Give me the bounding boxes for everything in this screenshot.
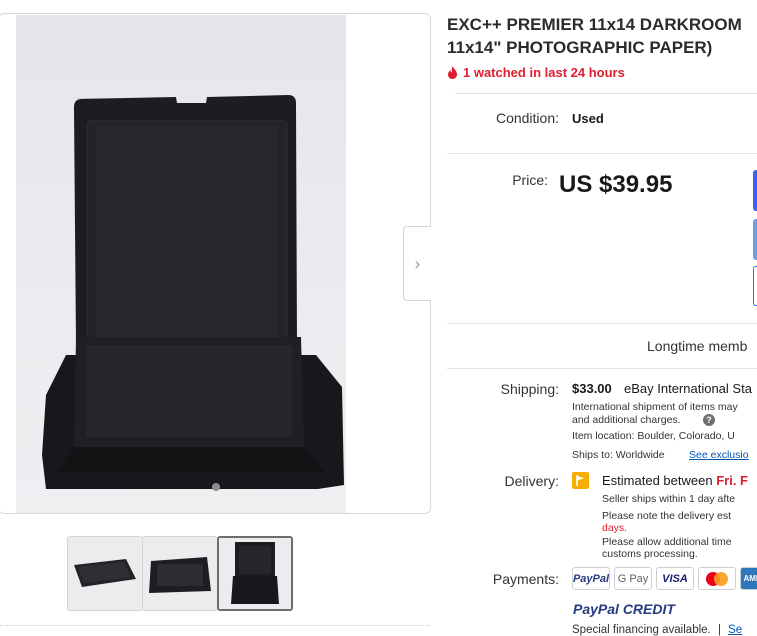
listing-title: EXC++ PREMIER 11x14 DARKROOM 11x14" PHOT… — [447, 13, 757, 59]
price-label: Price: — [512, 172, 548, 188]
watch-count-text: 1 watched in last 24 hours — [463, 65, 625, 80]
help-icon[interactable]: ? — [703, 414, 715, 426]
title-line-2: 11x14" PHOTOGRAPHIC PAPER) — [447, 38, 713, 57]
delivery-estimate: Estimated between Fri. F — [602, 473, 748, 488]
google-pay-logo: G Pay — [614, 567, 652, 590]
delivery-note-line1: Please note the delivery est — [602, 510, 731, 522]
shipping-note-line2: and additional charges. — [572, 414, 681, 426]
condition-label: Condition: — [495, 110, 559, 126]
shipping-service: eBay International Sta — [624, 381, 752, 396]
shipping-note-line1: International shipment of items may — [572, 401, 738, 413]
thumbnail-1[interactable] — [67, 536, 143, 611]
darkroom-tray-photo — [42, 95, 344, 491]
shipping-cost: $33.00 — [572, 381, 612, 396]
divider — [447, 153, 757, 154]
condition-value: Used — [572, 111, 604, 126]
title-line-1: EXC++ PREMIER 11x14 DARKROOM — [447, 15, 742, 34]
main-product-image[interactable] — [16, 15, 346, 513]
gallery-divider — [0, 625, 430, 626]
ships-to: Ships to: Worldwide — [572, 449, 665, 461]
thumbnail-2-image — [143, 537, 217, 610]
visa-logo: VISA — [656, 567, 694, 590]
thumbnail-2[interactable] — [142, 536, 218, 611]
delivery-label: Delivery: — [504, 473, 559, 489]
divider — [455, 93, 757, 94]
chevron-right-icon: › — [414, 253, 421, 273]
add-to-cart-button[interactable] — [753, 219, 757, 260]
price-value: US $39.95 — [559, 171, 673, 198]
mastercard-logo — [698, 567, 736, 590]
financing-label: Special financing available. — [572, 624, 711, 636]
customs-note-line1: Please allow additional time — [602, 536, 732, 548]
paypal-credit-logo: PayPal CREDIT — [573, 601, 675, 617]
seller-member-info: Longtime memb — [647, 338, 748, 354]
delivery-note-line2: days. — [602, 522, 628, 534]
seller-ships-within: Seller ships within 1 day afte — [602, 493, 736, 505]
financing-text: Special financing available. | Se — [572, 624, 742, 636]
customs-note-line2: customs processing. — [602, 548, 698, 560]
payments-label: Payments: — [492, 571, 559, 587]
divider — [447, 368, 757, 369]
mastercard-icon — [706, 571, 728, 586]
item-location: Item location: Boulder, Colorado, U — [572, 430, 735, 442]
shipping-label: Shipping: — [500, 381, 559, 397]
financing-separator: | — [717, 624, 721, 636]
thumbnail-1-image — [68, 537, 142, 610]
watch-count-notice: 1 watched in last 24 hours — [447, 65, 625, 80]
thumbnail-3-selected[interactable] — [217, 536, 293, 611]
flag-glyph — [576, 475, 584, 486]
thumbnail-3-image — [219, 538, 291, 609]
delivery-estimate-prefix: Estimated between — [602, 473, 713, 488]
amex-logo: AMEX — [740, 567, 757, 590]
see-exclusions-link[interactable]: See exclusio — [689, 449, 749, 461]
add-to-watchlist-button[interactable] — [753, 266, 757, 306]
divider — [447, 323, 757, 324]
next-image-button[interactable]: › — [403, 226, 431, 301]
fire-icon — [448, 66, 457, 79]
delivery-estimate-date: Fri. F — [716, 473, 748, 488]
financing-see-terms-link[interactable]: Se — [728, 624, 742, 636]
buy-it-now-button[interactable] — [753, 170, 757, 211]
flag-icon — [572, 472, 589, 489]
paypal-logo: PayPal — [572, 567, 610, 590]
